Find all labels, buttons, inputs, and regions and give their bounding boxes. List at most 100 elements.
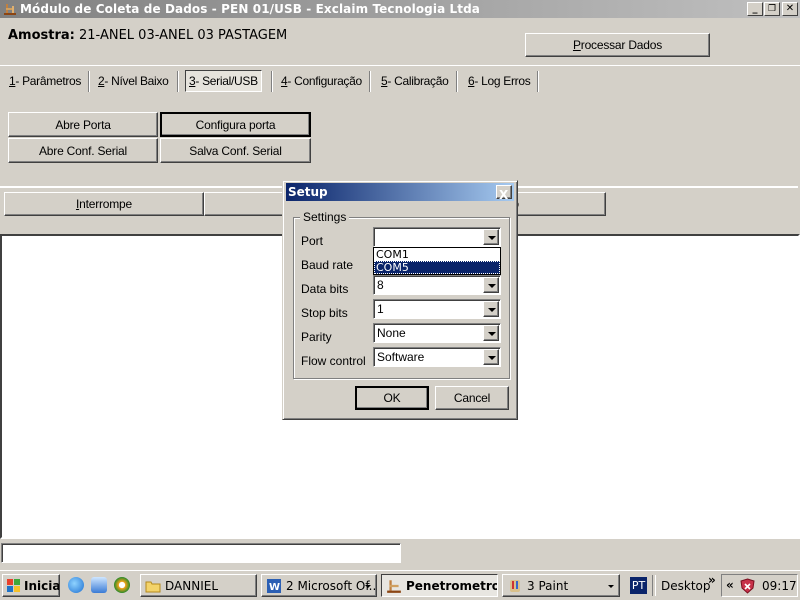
taskbar-item-label: DANNIEL bbox=[165, 578, 218, 593]
dialog-title-bar[interactable]: Setup X bbox=[286, 183, 514, 202]
chevron-down-icon bbox=[608, 585, 614, 588]
chevron-down-icon[interactable] bbox=[483, 301, 499, 317]
chevron-down-icon[interactable] bbox=[483, 229, 499, 245]
tab-label: - Parâmetros bbox=[15, 74, 82, 88]
restore-icon: ❐ bbox=[767, 4, 777, 14]
stop-bits-value: 1 bbox=[377, 302, 384, 316]
tab-separator bbox=[271, 71, 273, 92]
ok-button[interactable]: OK bbox=[355, 386, 429, 410]
process-data-label: rocessar Dados bbox=[580, 38, 663, 52]
taskbar-item-label: Penetrometro bbox=[406, 578, 498, 593]
penetrometer-app-icon bbox=[4, 4, 16, 15]
process-data-button[interactable]: Processar Dados bbox=[525, 33, 710, 57]
clock: 09:17 bbox=[762, 579, 797, 593]
restore-button[interactable]: ❐ bbox=[764, 2, 780, 16]
flow-control-value: Software bbox=[377, 350, 425, 364]
chevron-down-icon[interactable] bbox=[483, 325, 499, 341]
window-title: Módulo de Coleta de Dados - PEN 01/USB -… bbox=[20, 2, 481, 16]
open-serial-config-button[interactable]: Abre Conf. Serial bbox=[8, 138, 158, 163]
chevron-down-icon bbox=[365, 585, 371, 588]
port-dropdown-list[interactable]: COM1 COM5 bbox=[373, 247, 501, 275]
flow-control-select[interactable]: Software bbox=[373, 347, 501, 367]
toolbar-chevron-icon[interactable]: » bbox=[708, 573, 716, 587]
dialog-close-button[interactable]: X bbox=[496, 185, 512, 202]
open-serial-config-label: Abre Conf. Serial bbox=[39, 143, 127, 158]
port-select[interactable] bbox=[373, 227, 501, 247]
taskbar-item-label: 2 Microsoft Of... bbox=[286, 578, 377, 593]
dialog-title: Setup bbox=[288, 185, 328, 199]
security-alert-icon[interactable] bbox=[740, 578, 755, 594]
paint-icon bbox=[510, 579, 520, 592]
start-label: Iniciar bbox=[24, 578, 60, 593]
penetrometer-app-icon bbox=[387, 579, 401, 593]
stop-bits-select[interactable]: 1 bbox=[373, 299, 501, 319]
cancel-button[interactable]: Cancel bbox=[435, 386, 509, 410]
tab-nivel-baixo[interactable]: 2 - Nível Baixo bbox=[98, 70, 169, 92]
minimize-icon: _ bbox=[752, 3, 758, 14]
baud-rate-label: Baud rate bbox=[301, 258, 354, 272]
interrupt-button[interactable]: Interrompe bbox=[4, 192, 204, 216]
setup-dialog[interactable]: Setup X Settings Port COM1 COM5 Baud rat… bbox=[282, 180, 518, 420]
parity-value: None bbox=[377, 326, 406, 340]
internet-explorer-icon[interactable] bbox=[68, 577, 84, 593]
chevron-down-icon[interactable] bbox=[483, 349, 499, 365]
close-icon: ✕ bbox=[785, 3, 795, 14]
chevron-down-icon[interactable] bbox=[483, 277, 499, 293]
save-serial-config-button[interactable]: Salva Conf. Serial bbox=[160, 138, 311, 163]
tab-parametros[interactable]: 1 - Parâmetros bbox=[9, 70, 81, 92]
tab-configuracao[interactable]: 4 - Configuração bbox=[281, 70, 362, 92]
word-icon: W bbox=[267, 578, 281, 593]
data-bits-select[interactable]: 8 bbox=[373, 275, 501, 295]
data-bits-label: Data bits bbox=[301, 282, 349, 296]
taskbar-item-paint-group[interactable]: 3 Paint bbox=[502, 574, 620, 597]
open-port-label: Abre Porta bbox=[55, 117, 111, 132]
tab-label: - Log Erros bbox=[474, 74, 531, 88]
close-icon: X bbox=[499, 188, 509, 202]
process-data-accel: P bbox=[572, 38, 581, 52]
tab-separator bbox=[537, 71, 539, 92]
tab-calibracao[interactable]: 5 - Calibração bbox=[381, 70, 449, 92]
tray-expand-icon[interactable]: « bbox=[726, 578, 734, 592]
stop-bits-label: Stop bits bbox=[301, 306, 348, 320]
window-title-bar[interactable]: Módulo de Coleta de Dados - PEN 01/USB -… bbox=[0, 0, 800, 18]
configure-port-label: Configura porta bbox=[195, 117, 276, 132]
outlook-express-icon[interactable] bbox=[91, 577, 107, 593]
port-option-com1[interactable]: COM1 bbox=[374, 248, 500, 261]
desktop-toolbar-label[interactable]: Desktop bbox=[661, 579, 711, 593]
tab-separator bbox=[456, 71, 458, 92]
parity-label: Parity bbox=[301, 330, 332, 344]
tab-label: - Serial/USB bbox=[195, 74, 258, 88]
tab-log-erros[interactable]: 6 - Log Erros bbox=[468, 70, 531, 92]
data-bits-value: 8 bbox=[377, 278, 384, 292]
sample-value: 21-ANEL 03-ANEL 03 PASTAGEM bbox=[79, 28, 288, 43]
port-label: Port bbox=[301, 234, 324, 248]
parity-select[interactable]: None bbox=[373, 323, 501, 343]
taskbar-item-penetrometro[interactable]: Penetrometro bbox=[381, 574, 498, 597]
tab-separator bbox=[88, 71, 90, 92]
status-input[interactable] bbox=[1, 543, 401, 563]
settings-group-label: Settings bbox=[300, 210, 350, 224]
taskbar-item-word-group[interactable]: W 2 Microsoft Of... bbox=[261, 574, 377, 597]
ok-label: OK bbox=[383, 391, 401, 405]
windows-logo-icon bbox=[7, 578, 20, 592]
save-serial-config-label: Salva Conf. Serial bbox=[189, 143, 282, 158]
taskbar-item-danniel[interactable]: DANNIEL bbox=[140, 574, 257, 597]
system-tray: « 09:17 bbox=[721, 574, 798, 597]
minimize-button[interactable]: _ bbox=[747, 2, 763, 16]
folder-icon bbox=[145, 581, 161, 592]
open-port-button[interactable]: Abre Porta bbox=[8, 112, 158, 137]
port-option-com5[interactable]: COM5 bbox=[374, 261, 500, 274]
taskbar-item-label: 3 Paint bbox=[527, 578, 569, 593]
cancel-label: Cancel bbox=[453, 391, 491, 405]
tab-label: - Nível Baixo bbox=[104, 74, 169, 88]
configure-port-button[interactable]: Configura porta bbox=[160, 112, 311, 137]
close-button[interactable]: ✕ bbox=[782, 2, 798, 16]
media-player-icon[interactable] bbox=[114, 577, 130, 593]
tab-serial-usb[interactable]: 3 - Serial/USB bbox=[185, 70, 262, 92]
start-button[interactable]: Iniciar bbox=[2, 574, 60, 597]
sample-info: Amostra: 21-ANEL 03-ANEL 03 PASTAGEM bbox=[8, 28, 287, 43]
language-indicator[interactable]: PT bbox=[630, 577, 647, 594]
header-divider bbox=[0, 65, 800, 66]
tab-separator bbox=[177, 71, 179, 92]
sample-label: Amostra: bbox=[8, 28, 75, 43]
